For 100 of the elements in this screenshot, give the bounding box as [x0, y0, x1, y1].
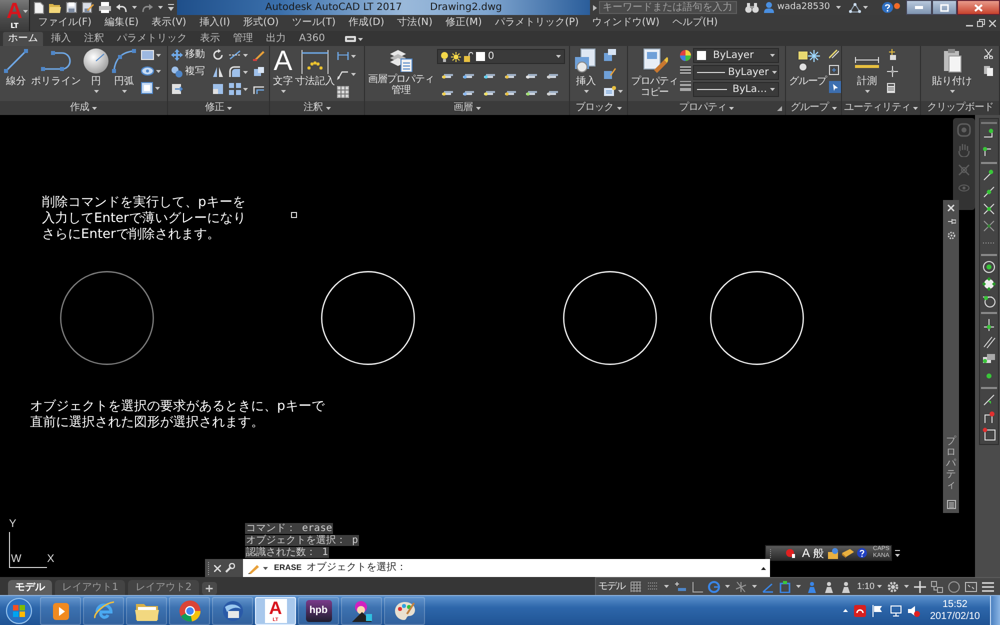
start-button[interactable] — [4, 596, 34, 625]
help-icon[interactable] — [882, 2, 893, 13]
pin-icon[interactable] — [946, 217, 956, 226]
panel-title-button[interactable]: 画層 — [365, 101, 569, 115]
annotation-scale-button[interactable]: 1:10 — [857, 581, 882, 592]
square-corner-icon[interactable] — [982, 427, 996, 441]
wrench-icon[interactable] — [225, 563, 235, 573]
caret-icon[interactable] — [158, 6, 163, 9]
lineweight-dropdown[interactable]: ByLa… — [693, 82, 780, 97]
floppy-pencil-icon[interactable] — [82, 2, 94, 13]
grid-array-icon[interactable] — [229, 83, 241, 95]
circle-center-icon[interactable] — [982, 260, 996, 274]
network-nodes-icon[interactable] — [849, 2, 861, 12]
color-dropdown[interactable]: ByLayer — [693, 48, 780, 63]
menu-item[interactable]: 作成(D) — [348, 17, 384, 29]
polar-circle-icon[interactable] — [708, 580, 720, 592]
network-monitor-icon[interactable] — [890, 604, 902, 616]
taskbar-app-button[interactable] — [126, 596, 167, 624]
caret-icon[interactable] — [358, 38, 363, 40]
menu-item[interactable]: パラメトリック(P) — [494, 17, 579, 29]
line-button[interactable]: 線分 — [3, 46, 29, 87]
printer-icon[interactable] — [99, 2, 111, 13]
menu-item[interactable]: 表示(V) — [152, 17, 186, 29]
menu-item[interactable]: ウィンドウ(W) — [592, 17, 660, 29]
dim-cross-icon[interactable] — [982, 219, 996, 233]
ime-dictionary-label[interactable]: 般 — [813, 546, 824, 560]
caret-icon[interactable] — [836, 6, 841, 9]
maximize-button[interactable] — [932, 0, 957, 15]
menu-icon[interactable] — [982, 580, 994, 592]
undo-arrow-icon[interactable] — [116, 2, 127, 12]
caret-icon[interactable] — [132, 6, 137, 9]
menu-item[interactable]: ツール(T) — [292, 17, 336, 29]
scissors-icon[interactable] — [984, 49, 993, 59]
clock-button[interactable]: 15:52 2017/02/10 — [930, 598, 980, 622]
ribbon-tab[interactable]: A360 — [294, 32, 330, 46]
taskbar-app-button[interactable] — [169, 596, 210, 624]
circle-icon[interactable] — [948, 580, 960, 592]
panel-title-button[interactable]: 注釈 — [270, 101, 364, 115]
new-file-icon[interactable] — [34, 2, 44, 14]
caret-icon[interactable] — [842, 609, 848, 612]
menu-item[interactable]: 挿入(I) — [199, 17, 230, 29]
linked-squares-icon[interactable] — [930, 580, 943, 592]
panel-title-button[interactable]: プロパティ — [628, 101, 785, 115]
close-icon[interactable] — [947, 204, 955, 212]
ribbon-tab[interactable]: ホーム — [3, 32, 43, 46]
nearest-point-icon[interactable] — [982, 393, 996, 407]
text-button[interactable]: A 文字 — [273, 46, 293, 93]
ribbon-tab[interactable]: 注釈 — [79, 32, 109, 46]
umbrella-tile-icon[interactable] — [854, 604, 866, 616]
binoculars-icon[interactable] — [745, 2, 760, 12]
help-icon[interactable] — [857, 548, 868, 558]
diagonal-lines-icon[interactable] — [828, 49, 839, 59]
menu-item[interactable]: ヘルプ(H) — [672, 17, 718, 29]
user-name[interactable]: wada28530 — [777, 2, 830, 13]
close-icon[interactable] — [214, 564, 221, 572]
show-desktop-button[interactable] — [990, 596, 1000, 625]
redo-arrow-icon[interactable] — [142, 2, 153, 12]
fillet-icon[interactable] — [229, 66, 241, 78]
close-icon[interactable] — [989, 20, 996, 26]
layout-tab[interactable]: レイアウト2 — [128, 580, 199, 595]
linetype-dropdown[interactable]: ByLayer — [693, 65, 780, 80]
arc-button[interactable]: 円弧 — [111, 46, 137, 93]
ime-mode-label[interactable]: A — [802, 546, 810, 560]
two-squares-icon[interactable] — [604, 49, 616, 61]
snap-dots-icon[interactable] — [647, 580, 659, 592]
dimension-button[interactable]: 寸法記入 — [295, 46, 335, 87]
speaker-muted-icon[interactable] — [908, 604, 920, 616]
isometric-lines-icon[interactable] — [735, 580, 747, 592]
menu-item[interactable]: 形式(O) — [243, 17, 279, 29]
grid-icon[interactable] — [630, 580, 642, 592]
linear-dimension-icon[interactable] — [337, 50, 349, 62]
panel-display-icon[interactable] — [344, 36, 356, 42]
parallel-lines-icon[interactable] — [982, 335, 996, 349]
fullscreen-icon[interactable] — [964, 580, 977, 592]
menu-item[interactable]: 修正(M) — [446, 17, 482, 29]
plus-bar-icon[interactable] — [674, 580, 686, 592]
diagonal-endpoint-icon[interactable] — [982, 168, 996, 182]
table-icon[interactable] — [337, 86, 349, 98]
customize-caret-icon[interactable] — [168, 4, 174, 11]
menu-item[interactable]: 編集(E) — [104, 17, 139, 29]
slab-icon[interactable] — [842, 548, 854, 558]
rotate-icon[interactable] — [212, 49, 224, 61]
ribbon-tab[interactable]: 表示 — [195, 32, 225, 46]
dialog-launcher-icon[interactable] — [777, 106, 782, 111]
toolbox-icon[interactable] — [827, 548, 840, 558]
panel-title-button[interactable]: 作成 — [0, 101, 167, 115]
circle-button[interactable]: 円 — [83, 46, 109, 93]
menu-item[interactable]: 寸法(N) — [397, 17, 433, 29]
copy-button[interactable]: 複写 — [171, 66, 207, 78]
layer-properties-button[interactable]: 画層プロパティ 管理 — [368, 46, 434, 96]
taskbar-app-button[interactable] — [40, 596, 81, 624]
layout-tab[interactable]: レイアウト1 — [55, 580, 126, 595]
taskbar-app-button[interactable] — [212, 596, 253, 624]
overlapping-squares-icon[interactable] — [253, 66, 265, 78]
ellipse-dot-icon[interactable] — [958, 183, 970, 193]
gear-icon[interactable] — [946, 231, 956, 240]
plus-icon[interactable] — [914, 580, 926, 592]
panel-title-button[interactable]: ユーティリティ — [842, 101, 920, 115]
pencil-erase-icon[interactable] — [253, 49, 265, 61]
square-plus-icon[interactable] — [828, 65, 839, 75]
